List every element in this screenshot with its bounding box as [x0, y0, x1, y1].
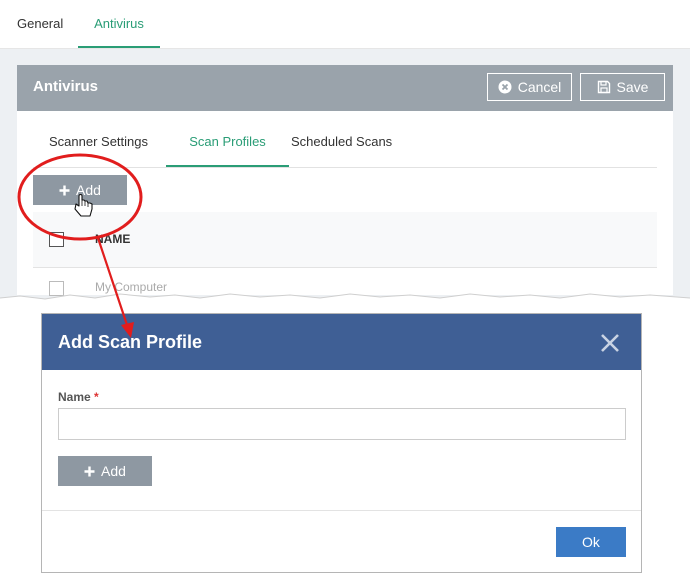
ok-button[interactable]: Ok — [556, 527, 626, 557]
torn-edge — [0, 293, 690, 314]
save-button[interactable]: Save — [580, 73, 665, 101]
add-scan-profile-dialog: Add Scan Profile Name * Add Ok — [41, 313, 642, 573]
tab-antivirus[interactable]: Antivirus — [78, 0, 160, 48]
tab-scheduled-scans[interactable]: Scheduled Scans — [291, 127, 392, 167]
cancel-button[interactable]: Cancel — [487, 73, 572, 101]
table-header: NAME — [33, 212, 657, 268]
panel-header: Antivirus Cancel Save — [17, 65, 673, 111]
cancel-icon — [498, 80, 512, 94]
tab-general[interactable]: General — [17, 0, 63, 48]
add-label: Add — [76, 182, 101, 198]
column-header-name: NAME — [95, 232, 131, 246]
name-label-text: Name — [58, 390, 91, 404]
required-mark: * — [94, 390, 99, 404]
plus-icon — [84, 466, 95, 476]
save-label: Save — [616, 79, 649, 95]
dialog-add-label: Add — [101, 463, 126, 479]
tab-scan-profiles[interactable]: Scan Profiles — [166, 127, 289, 167]
close-icon[interactable] — [599, 332, 621, 354]
save-icon — [597, 80, 610, 94]
dialog-header: Add Scan Profile — [42, 314, 641, 370]
dialog-divider — [42, 510, 641, 511]
dialog-add-button[interactable]: Add — [58, 456, 152, 486]
sub-tab-bar: Scanner Settings Scan Profiles Scheduled… — [33, 127, 657, 168]
select-all-checkbox[interactable] — [49, 232, 64, 247]
tab-scanner-settings[interactable]: Scanner Settings — [49, 127, 148, 167]
plus-icon — [59, 185, 70, 195]
profile-name-input[interactable] — [58, 408, 626, 440]
panel-title: Antivirus — [33, 78, 99, 95]
top-tab-bar: General Antivirus — [0, 0, 690, 49]
add-profile-button[interactable]: Add — [33, 175, 127, 205]
name-field-label: Name * — [58, 390, 99, 404]
dialog-title: Add Scan Profile — [58, 332, 203, 352]
cancel-label: Cancel — [517, 79, 562, 95]
